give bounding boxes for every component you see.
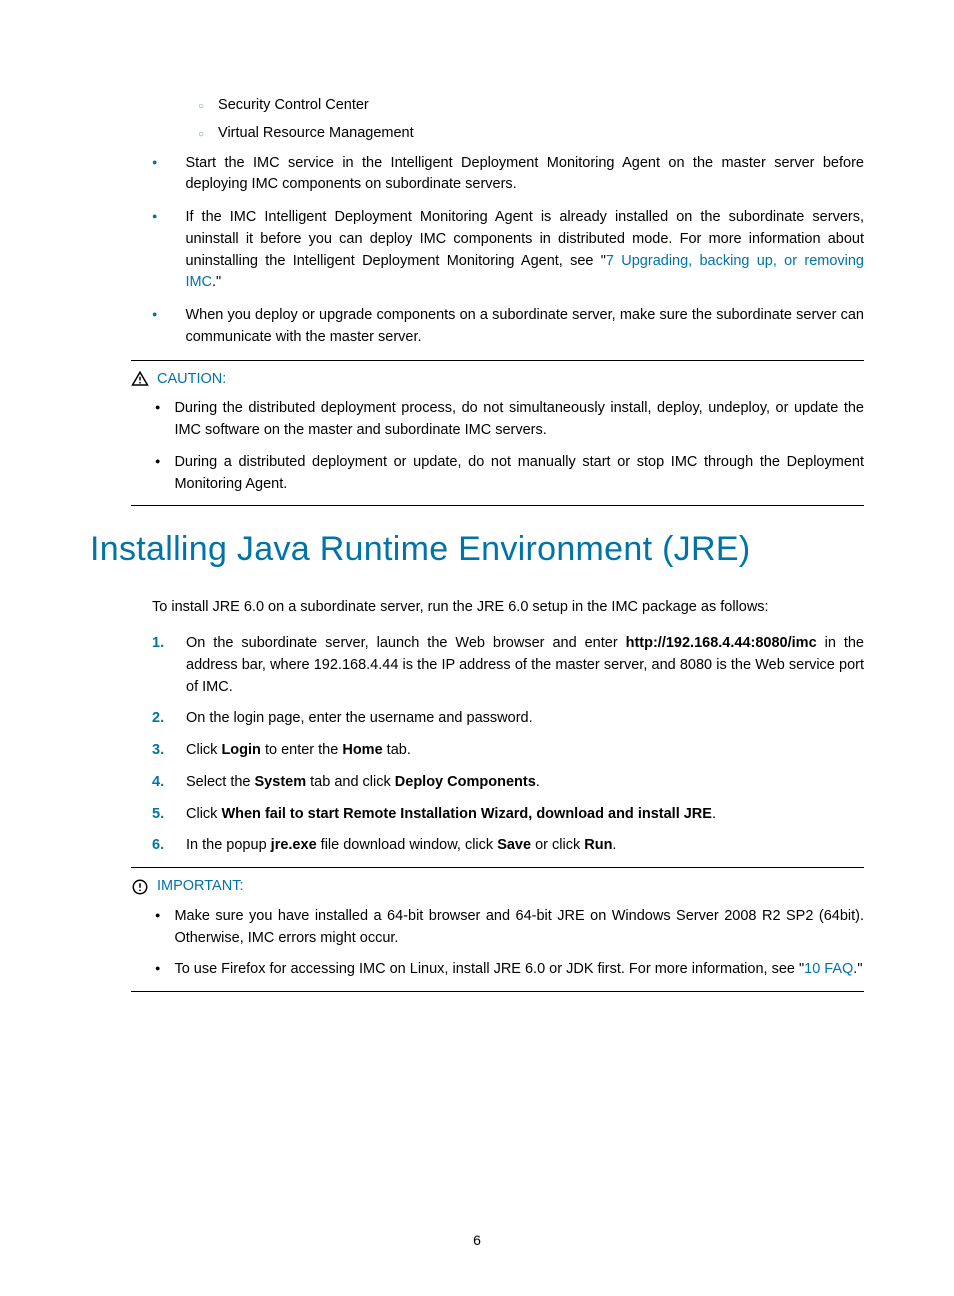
step-number: 1. [152, 633, 186, 655]
step-item: 2. On the login page, enter the username… [152, 708, 864, 730]
step-text: Select the System tab and click Deploy C… [186, 772, 540, 794]
step-item: 1. On the subordinate server, launch the… [152, 633, 864, 698]
bullet-icon: ● [155, 401, 160, 415]
step-number: 5. [152, 804, 186, 826]
step-text: On the subordinate server, launch the We… [186, 633, 864, 698]
list-item: ● Make sure you have installed a 64-bit … [155, 906, 864, 950]
bullet-icon: ● [155, 909, 160, 923]
step-number: 6. [152, 835, 186, 857]
list-item: ○ Virtual Resource Management [198, 123, 864, 145]
caution-icon [131, 370, 149, 388]
caution-title: CAUTION: [157, 369, 226, 391]
numbered-steps: 1. On the subordinate server, launch the… [152, 633, 864, 857]
step-number: 3. [152, 740, 186, 762]
list-item-text: During the distributed deployment proces… [174, 398, 864, 442]
step-item: 6. In the popup jre.exe file download wi… [152, 835, 864, 857]
bullet-icon: ● [155, 962, 160, 976]
list-item: ● During a distributed deployment or upd… [155, 452, 864, 496]
important-box: IMPORTANT: ● Make sure you have installe… [131, 867, 864, 992]
list-item: ● If the IMC Intelligent Deployment Moni… [152, 207, 864, 294]
section-heading: Installing Java Runtime Environment (JRE… [90, 524, 864, 575]
list-item-text: Make sure you have installed a 64-bit br… [174, 906, 864, 950]
list-item-text: Security Control Center [218, 95, 369, 117]
step-text: Click When fail to start Remote Installa… [186, 804, 716, 826]
list-item-text: Virtual Resource Management [218, 123, 414, 145]
list-item-text: When you deploy or upgrade components on… [185, 305, 864, 349]
page-number: 6 [0, 1230, 954, 1251]
caution-list: ● During the distributed deployment proc… [155, 398, 864, 495]
step-item: 3. Click Login to enter the Home tab. [152, 740, 864, 762]
step-number: 2. [152, 708, 186, 730]
bullet-icon: ● [155, 455, 160, 469]
caution-header: CAUTION: [131, 369, 864, 391]
list-item: ● To use Firefox for accessing IMC on Li… [155, 959, 864, 981]
important-list: ● Make sure you have installed a 64-bit … [155, 906, 864, 981]
important-title: IMPORTANT: [157, 876, 243, 898]
hollow-bullet-icon: ○ [198, 127, 204, 142]
step-number: 4. [152, 772, 186, 794]
nested-bullet-list: ○ Security Control Center ○ Virtual Reso… [198, 95, 864, 145]
list-item-text: If the IMC Intelligent Deployment Monito… [185, 207, 864, 294]
caution-box: CAUTION: ● During the distributed deploy… [131, 360, 864, 507]
list-item: ○ Security Control Center [198, 95, 864, 117]
step-item: 4. Select the System tab and click Deplo… [152, 772, 864, 794]
cross-reference-link[interactable]: 10 FAQ [804, 961, 853, 977]
step-item: 5. Click When fail to start Remote Insta… [152, 804, 864, 826]
step-text: Click Login to enter the Home tab. [186, 740, 411, 762]
list-item: ● When you deploy or upgrade components … [152, 305, 864, 349]
hollow-bullet-icon: ○ [198, 99, 204, 114]
important-icon [131, 878, 149, 896]
bullet-icon: ● [152, 308, 157, 322]
intro-paragraph: To install JRE 6.0 on a subordinate serv… [152, 597, 864, 619]
list-item-text: To use Firefox for accessing IMC on Linu… [174, 959, 862, 981]
bullet-icon: ● [152, 156, 157, 170]
important-header: IMPORTANT: [131, 876, 864, 898]
list-item: ● During the distributed deployment proc… [155, 398, 864, 442]
list-item: ● Start the IMC service in the Intellige… [152, 153, 864, 197]
list-item-text: Start the IMC service in the Intelligent… [185, 153, 864, 197]
step-text: In the popup jre.exe file download windo… [186, 835, 616, 857]
list-item-text: During a distributed deployment or updat… [174, 452, 864, 496]
main-bullet-list: ● Start the IMC service in the Intellige… [152, 153, 864, 349]
step-text: On the login page, enter the username an… [186, 708, 533, 730]
bullet-icon: ● [152, 210, 157, 224]
